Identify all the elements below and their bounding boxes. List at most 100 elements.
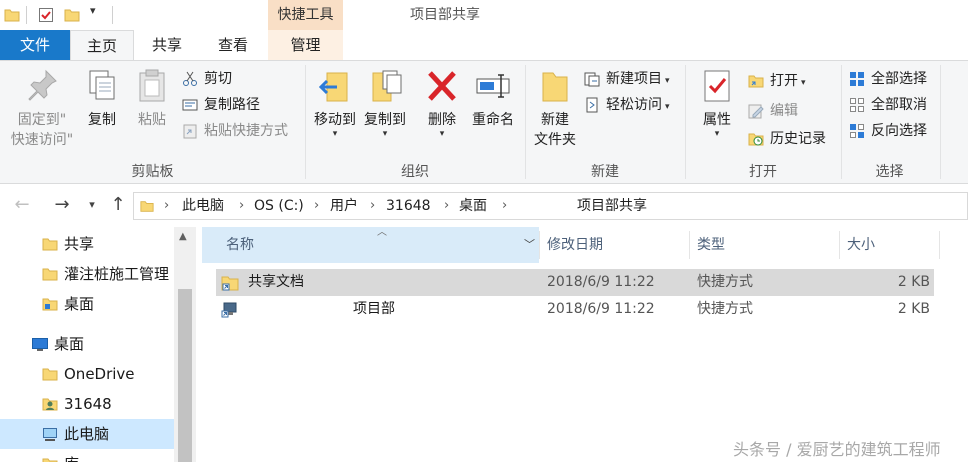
- copy-label: 复制: [88, 112, 116, 128]
- column-header-type[interactable]: 类型: [689, 227, 839, 263]
- forward-arrow-icon[interactable]: →: [50, 193, 74, 217]
- group-label-select: 选择: [875, 164, 904, 180]
- navpane-scrollbar[interactable]: ▲: [174, 227, 196, 462]
- qat-dropdown-icon[interactable]: ▾: [90, 4, 96, 17]
- folder-icon[interactable]: [4, 7, 20, 23]
- breadcrumb-this-pc[interactable]: 此电脑: [182, 193, 224, 219]
- delete-label: 删除: [428, 112, 456, 128]
- invert-selection-button[interactable]: 反向选择: [849, 119, 927, 143]
- breadcrumb-separator[interactable]: ›: [370, 193, 375, 219]
- computer-icon: [43, 428, 57, 441]
- navigation-bar: ← → ▾ ↑ › 此电脑 › OS (C:) › 用户 › 31648 › 桌…: [0, 185, 968, 227]
- pin-quick-access-button[interactable]: 固定到" 快速访问": [6, 67, 78, 149]
- table-row[interactable]: 项目部 2018/6/9 11:22 快捷方式 2 KB: [216, 296, 934, 323]
- paste-shortcut-button[interactable]: 粘贴快捷方式: [182, 119, 288, 143]
- chevron-down-icon: ▾: [801, 78, 806, 88]
- properties-check-icon[interactable]: [38, 7, 54, 23]
- navpane-item-this-pc[interactable]: 此电脑: [0, 419, 174, 449]
- navpane-item-desktop-folder[interactable]: 桌面: [0, 289, 174, 319]
- rename-button[interactable]: 重命名: [468, 67, 518, 129]
- new-folder-label-line2: 文件夹: [534, 132, 576, 148]
- open-button[interactable]: 打开 ▾: [748, 69, 806, 93]
- breadcrumb-users[interactable]: 用户: [330, 193, 358, 219]
- tab-manage[interactable]: 管理: [268, 30, 343, 60]
- pin-label-line1: 固定到": [17, 112, 67, 128]
- navpane-item-pile-management[interactable]: 灌注桩施工管理: [0, 259, 174, 289]
- navpane-item-desktop[interactable]: 桌面: [0, 329, 174, 359]
- breadcrumb-separator[interactable]: ›: [444, 193, 449, 219]
- qat-separator: [26, 6, 27, 24]
- window-title: 项目部共享: [410, 7, 480, 23]
- breadcrumb-current-folder[interactable]: 项目部共享: [577, 193, 647, 219]
- tab-home[interactable]: 主页: [70, 30, 134, 61]
- navpane-item-libraries[interactable]: 库: [0, 449, 174, 462]
- up-arrow-icon[interactable]: ↑: [106, 193, 130, 217]
- navpane-item-onedrive[interactable]: OneDrive: [0, 359, 174, 389]
- group-separator: [940, 65, 941, 179]
- folder-icon: [42, 368, 58, 381]
- history-icon: [748, 133, 764, 146]
- move-to-icon: [318, 72, 348, 102]
- group-label-clipboard: 剪贴板: [131, 164, 174, 180]
- breadcrumb-desktop[interactable]: 桌面: [459, 193, 487, 219]
- group-label-open: 打开: [749, 164, 777, 180]
- sort-ascending-icon: ︿: [377, 227, 387, 238]
- back-arrow-icon[interactable]: ←: [10, 193, 34, 217]
- copy-to-button[interactable]: 复制到 ▾: [360, 67, 410, 139]
- new-folder-icon[interactable]: [64, 7, 80, 23]
- tab-share[interactable]: 共享: [134, 30, 200, 60]
- column-header-date[interactable]: 修改日期: [539, 227, 689, 263]
- easy-access-button[interactable]: 轻松访问 ▾: [584, 93, 670, 117]
- new-folder-button[interactable]: 新建 文件夹: [530, 67, 580, 149]
- chevron-down-icon[interactable]: ﹀: [524, 227, 535, 263]
- breadcrumb-drive[interactable]: OS (C:): [254, 193, 304, 219]
- cut-label: 剪切: [204, 71, 232, 87]
- edit-button[interactable]: 编辑: [748, 99, 798, 123]
- qat-separator: [112, 6, 113, 24]
- navpane-item-label: 库: [64, 455, 79, 462]
- breadcrumb-separator[interactable]: ›: [164, 193, 169, 219]
- column-headers: ︿ 名称 ﹀ 修改日期 类型 大小: [196, 227, 968, 263]
- navpane-item-user[interactable]: 31648: [0, 389, 174, 419]
- table-row[interactable]: 共享文档 2018/6/9 11:22 快捷方式 2 KB: [216, 269, 934, 296]
- recent-locations-chevron-icon[interactable]: ▾: [80, 193, 104, 217]
- delete-button[interactable]: 删除 ▾: [420, 67, 464, 139]
- column-divider[interactable]: [939, 231, 940, 259]
- move-to-button[interactable]: 移动到 ▾: [310, 67, 360, 139]
- address-bar[interactable]: › 此电脑 › OS (C:) › 用户 › 31648 › 桌面 › 项目部共…: [133, 192, 968, 220]
- easy-access-icon: [586, 97, 598, 113]
- new-folder-label-line1: 新建: [541, 112, 569, 128]
- select-none-button[interactable]: 全部取消: [849, 93, 927, 117]
- select-all-button[interactable]: 全部选择: [849, 67, 927, 91]
- chevron-down-icon: ▾: [714, 129, 720, 139]
- tab-file[interactable]: 文件: [0, 30, 70, 60]
- properties-button[interactable]: 属性 ▾: [694, 67, 740, 139]
- file-date: 2018/6/9 11:22: [547, 274, 655, 290]
- history-button[interactable]: 历史记录: [748, 127, 826, 151]
- history-label: 历史记录: [770, 131, 826, 147]
- context-tab-header: 快捷工具: [268, 0, 343, 30]
- scroll-up-arrow-icon[interactable]: ▲: [179, 231, 187, 242]
- new-item-button[interactable]: 新建项目 ▾: [584, 67, 670, 91]
- paste-shortcut-icon: [183, 124, 197, 139]
- column-header-name[interactable]: ︿ 名称 ﹀: [202, 227, 539, 263]
- navpane-item-share[interactable]: 共享: [0, 229, 174, 259]
- desktop-icon: [32, 338, 48, 351]
- file-date: 2018/6/9 11:22: [547, 301, 655, 317]
- column-header-size[interactable]: 大小: [839, 227, 939, 263]
- chevron-down-icon: ▾: [382, 129, 388, 139]
- navpane-item-label: 灌注桩施工管理: [64, 265, 170, 283]
- breadcrumb-separator[interactable]: ›: [502, 193, 507, 219]
- cut-button[interactable]: 剪切: [182, 67, 232, 91]
- paste-button[interactable]: 粘贴: [130, 67, 174, 129]
- tab-view[interactable]: 查看: [200, 30, 266, 60]
- breadcrumb-separator[interactable]: ›: [314, 193, 319, 219]
- copy-button[interactable]: 复制: [82, 67, 122, 129]
- scrollbar-thumb[interactable]: [178, 289, 192, 462]
- breadcrumb-user[interactable]: 31648: [386, 193, 431, 219]
- chevron-down-icon: ▾: [439, 129, 445, 139]
- file-type: 快捷方式: [697, 301, 753, 317]
- breadcrumb-separator[interactable]: ›: [239, 193, 244, 219]
- open-label: 打开: [770, 73, 798, 89]
- copy-path-button[interactable]: 复制路径: [182, 93, 260, 117]
